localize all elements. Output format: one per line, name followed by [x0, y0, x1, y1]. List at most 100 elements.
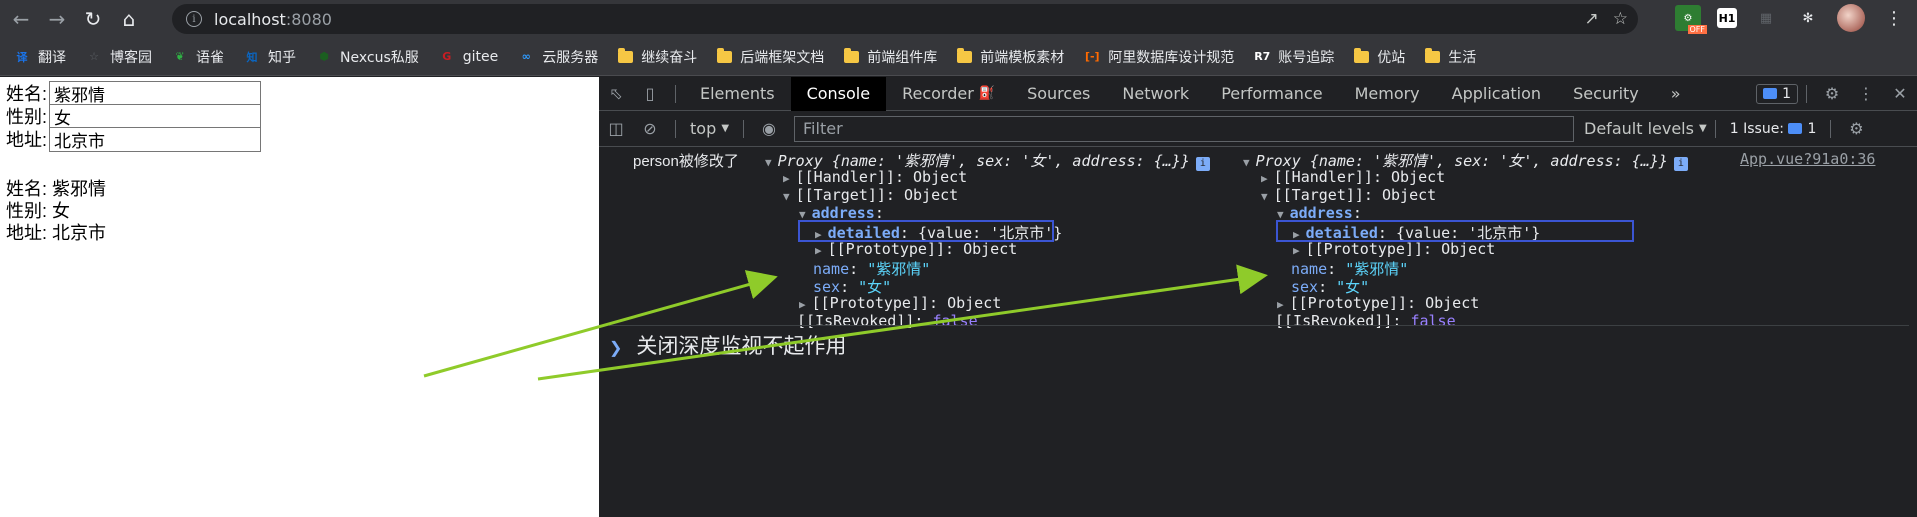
target-row-left[interactable]: ▼ [[Target]]: Object: [783, 186, 958, 204]
back-icon[interactable]: ←: [6, 4, 36, 34]
tab-elements[interactable]: Elements: [684, 77, 791, 111]
site-info-icon[interactable]: i: [186, 11, 202, 27]
profile-avatar[interactable]: [1837, 4, 1865, 32]
info-icon: i: [1195, 157, 1210, 171]
bookmark-item[interactable]: ⬢ Nexcus私服: [316, 47, 419, 67]
log-levels-select[interactable]: Default levels ▼: [1584, 119, 1707, 138]
bookmark-label: gitee: [462, 48, 499, 65]
tab-memory[interactable]: Memory: [1339, 77, 1436, 111]
extensions-puzzle-icon[interactable]: ✻: [1795, 5, 1821, 31]
more-options-icon[interactable]: ⋮: [1849, 77, 1883, 111]
tab-console[interactable]: Console: [790, 76, 887, 111]
prompt-chevron-icon: ❯: [609, 340, 623, 357]
nexus-icon: ⬢: [319, 50, 329, 63]
highlight-box-left: [798, 220, 1054, 242]
bookmark-item[interactable]: 继续奋斗: [618, 47, 697, 67]
bookmark-item[interactable]: 知知乎: [244, 47, 297, 67]
bookmark-item[interactable]: ∞ 云服务器: [518, 47, 599, 67]
tab-application[interactable]: Application: [1436, 77, 1557, 111]
bookmark-item[interactable]: Ggitee: [439, 48, 499, 65]
settings-gear-icon[interactable]: ⚙: [1815, 77, 1849, 111]
sex-input[interactable]: [49, 103, 262, 129]
tab-network[interactable]: Network: [1106, 77, 1205, 111]
prototype-inner-right[interactable]: ▶ [[Prototype]]: Object: [1293, 240, 1495, 258]
address-bar[interactable]: i localhost:8080 ↗ ☆: [172, 4, 1638, 34]
address-label: 地址:: [6, 130, 48, 150]
tab-performance[interactable]: Performance: [1205, 77, 1338, 111]
prototype-outer-right[interactable]: ▶ [[Prototype]]: Object: [1277, 294, 1479, 312]
bookmark-label: 前端模板素材: [980, 49, 1065, 66]
translate-icon: 译: [16, 50, 28, 64]
issue-icon: [1788, 123, 1803, 134]
bookmark-item[interactable]: ☆ 博客园: [86, 47, 152, 67]
issues-badge[interactable]: 1 Issue: 1: [1724, 120, 1823, 138]
more-tabs-button[interactable]: »: [1655, 77, 1697, 111]
bookmark-item[interactable]: 生活: [1425, 47, 1476, 67]
tab-security[interactable]: Security: [1557, 77, 1655, 111]
inspect-element-icon[interactable]: ⬁: [599, 77, 633, 111]
tab-sources[interactable]: Sources: [1011, 77, 1106, 111]
browser-toolbar: ← → ↻ ⌂ i localhost:8080 ↗ ☆ ⚙ OFF H1 ▦ ✻…: [0, 0, 1917, 38]
filter-input[interactable]: Filter: [794, 115, 1575, 142]
folder-icon: [957, 47, 973, 63]
extension-off-badge: OFF: [1687, 25, 1707, 34]
close-devtools-icon[interactable]: ✕: [1883, 77, 1917, 111]
console-settings-icon[interactable]: ⚙: [1839, 112, 1873, 146]
highlight-box-right: [1276, 220, 1634, 242]
bookmark-item[interactable]: 前端组件库: [844, 47, 937, 67]
devtools-panel: ⬁ ▯ Elements Console Recorder ⛽ Sources …: [599, 76, 1917, 517]
log-source-link[interactable]: App.vue?91a0:36: [1740, 150, 1875, 168]
console-prompt[interactable]: ❯ 关闭深度监视不起作用: [609, 325, 1909, 360]
menu-kebab-icon[interactable]: ⋮: [1881, 5, 1907, 31]
aliyun-icon: [-]: [1084, 50, 1100, 63]
clear-console-icon[interactable]: ⊘: [633, 112, 667, 146]
address-input[interactable]: [49, 126, 262, 152]
console-output: person被修改了 App.vue?91a0:36 ▼ Proxy {name:…: [599, 147, 1917, 517]
dropdown-arrow-icon: ▼: [721, 123, 730, 134]
tab-recorder[interactable]: Recorder ⛽: [886, 77, 1011, 111]
bookmark-item[interactable]: R7 账号追踪: [1254, 47, 1334, 67]
url-host: localhost: [214, 9, 286, 29]
bookmark-item[interactable]: 前端模板素材: [957, 47, 1064, 67]
bookmark-label: 后端框架文档: [740, 49, 825, 66]
sidebar-toggle-icon[interactable]: ◫: [599, 112, 633, 146]
bookmark-item[interactable]: ❦ 语雀: [172, 47, 224, 67]
bookmark-star-icon[interactable]: ☆: [1613, 9, 1628, 29]
bookmark-item[interactable]: [-] 阿里数据库设计规范: [1084, 47, 1234, 67]
bookmark-label: 继续奋斗: [641, 49, 698, 66]
prototype-inner-left[interactable]: ▶ [[Prototype]]: Object: [815, 240, 1017, 258]
bookmark-label: 语雀: [196, 49, 224, 66]
name-input[interactable]: [49, 80, 262, 106]
flask-icon: ⛽: [978, 86, 996, 101]
handler-row-right[interactable]: ▶ [[Handler]]: Object: [1261, 168, 1445, 186]
bookmark-label: 博客园: [110, 49, 152, 66]
bookmark-label: 生活: [1448, 49, 1477, 66]
bookmark-item[interactable]: 优站: [1354, 47, 1405, 67]
home-icon[interactable]: ⌂: [114, 4, 144, 34]
prototype-outer-left[interactable]: ▶ [[Prototype]]: Object: [799, 294, 1001, 312]
bookmark-item[interactable]: 后端框架文档: [717, 47, 824, 67]
folder-icon: [1354, 47, 1370, 63]
bookmark-label: 知乎: [268, 49, 296, 66]
zhihu-icon: 知: [246, 50, 258, 64]
r7-icon: R7: [1254, 50, 1271, 63]
bookmark-label: 优站: [1377, 49, 1406, 66]
bookmark-item[interactable]: 译翻译: [14, 47, 67, 67]
context-select[interactable]: top ▼: [684, 119, 735, 138]
bookmark-label: 阿里数据库设计规范: [1108, 49, 1235, 66]
bookmarks-bar: 译翻译 ☆ 博客园 ❦ 语雀 知知乎 ⬢ Nexcus私服 Ggitee ∞ 云服务器 继续奋斗 后端框…: [0, 38, 1917, 76]
bookmark-label: Nexcus私服: [340, 49, 419, 66]
share-icon[interactable]: ↗: [1585, 9, 1599, 29]
handler-row-left[interactable]: ▶ [[Handler]]: Object: [783, 168, 967, 186]
messages-badge[interactable]: 1: [1756, 83, 1798, 104]
extension-vue-devtools-icon[interactable]: ⚙ OFF: [1675, 5, 1707, 34]
forward-icon[interactable]: →: [42, 4, 72, 34]
bookmark-label: 前端组件库: [867, 49, 938, 66]
reload-icon[interactable]: ↻: [78, 4, 108, 34]
device-toolbar-icon[interactable]: ▯: [633, 77, 667, 111]
target-row-right[interactable]: ▼ [[Target]]: Object: [1261, 186, 1436, 204]
folder-icon: [1425, 47, 1441, 63]
extension-h1-icon[interactable]: H1: [1717, 8, 1737, 28]
extension-generic-icon[interactable]: ▦: [1753, 5, 1779, 31]
live-expression-eye-icon[interactable]: ◉: [752, 112, 786, 146]
